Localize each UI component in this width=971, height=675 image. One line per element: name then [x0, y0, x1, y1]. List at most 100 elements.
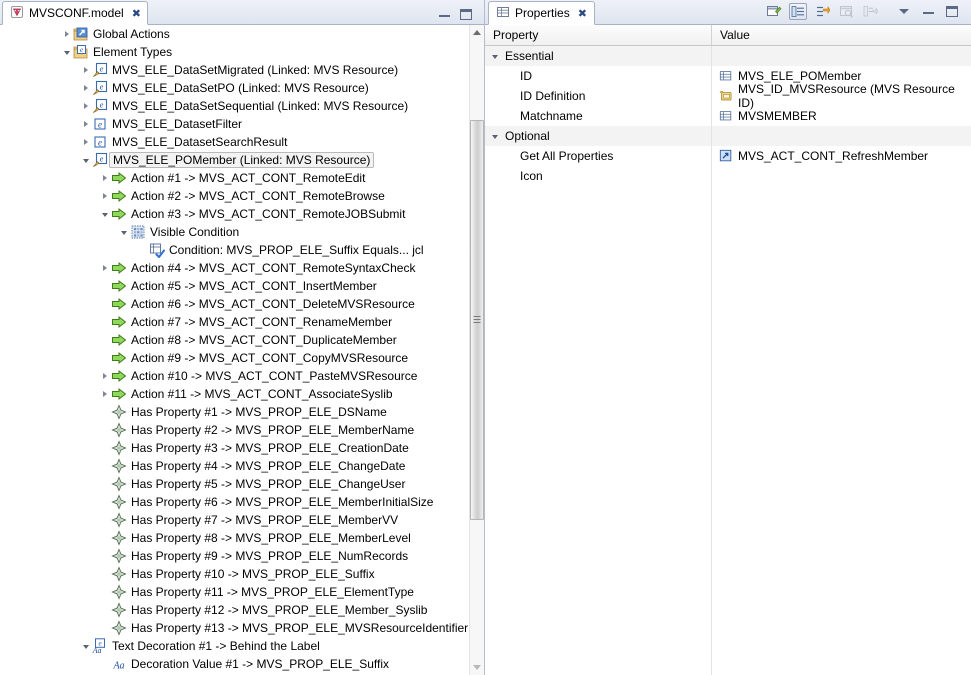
chevron-right-icon[interactable] — [79, 79, 92, 97]
tree-row[interactable]: Has Property #7 -> MVS_PROP_ELE_MemberVV — [0, 511, 469, 529]
tree-row-label: Action #1 -> MVS_ACT_CONT_RemoteEdit — [131, 171, 369, 185]
id-definition-icon — [719, 89, 734, 104]
tree-row[interactable]: eMVS_ELE_DataSetPO (Linked: MVS Resource… — [0, 79, 469, 97]
tree-row[interactable]: Action #6 -> MVS_ACT_CONT_DeleteMVSResou… — [0, 295, 469, 313]
chevron-right-icon[interactable] — [60, 25, 73, 43]
property-value-cell[interactable] — [712, 166, 971, 186]
tree-row[interactable]: Has Property #1 -> MVS_PROP_ELE_DSName — [0, 403, 469, 421]
property-value-cell[interactable]: MVS_ID_MVSResource (MVS Resource ID) — [712, 86, 971, 106]
show-advanced-icon[interactable] — [765, 3, 783, 20]
chevron-right-icon[interactable] — [98, 187, 111, 205]
svg-text:e: e — [100, 154, 104, 164]
scrollbar-thumb[interactable] — [470, 120, 484, 520]
property-category-label: Essential — [505, 49, 554, 63]
tree-vertical-scrollbar[interactable] — [469, 25, 484, 675]
tree-row[interactable]: Action #1 -> MVS_ACT_CONT_RemoteEdit — [0, 169, 469, 187]
chevron-right-icon[interactable] — [79, 133, 92, 151]
chevron-right-icon[interactable] — [98, 367, 111, 385]
close-icon[interactable]: ✖ — [578, 8, 587, 19]
chevron-down-icon[interactable] — [79, 151, 92, 169]
tree-row[interactable]: Has Property #3 -> MVS_PROP_ELE_Creation… — [0, 439, 469, 457]
chevron-down-icon[interactable] — [117, 223, 130, 241]
link-to-editor-icon[interactable] — [861, 3, 879, 20]
view-menu-icon[interactable] — [895, 3, 913, 20]
tree-row[interactable]: Has Property #13 -> MVS_PROP_ELE_MVSReso… — [0, 619, 469, 637]
property-row[interactable]: Get All PropertiesMVS_ACT_CONT_RefreshMe… — [485, 146, 971, 166]
property-value-cell[interactable] — [712, 126, 971, 146]
show-categories-icon[interactable] — [789, 3, 807, 20]
pin-properties-icon[interactable] — [837, 3, 855, 20]
chevron-down-icon[interactable] — [98, 205, 111, 223]
chevron-right-icon[interactable] — [98, 385, 111, 403]
property-value-cell[interactable]: MVS_ACT_CONT_RefreshMember — [712, 146, 971, 166]
property-row[interactable]: ID DefinitionMVS_ID_MVSResource (MVS Res… — [485, 86, 971, 106]
tree-row[interactable]: Action #11 -> MVS_ACT_CONT_AssociateSysl… — [0, 385, 469, 403]
chevron-right-icon[interactable] — [79, 115, 92, 133]
editor-tab-mvsconf-model[interactable]: MVSCONF.model ✖ — [2, 1, 148, 25]
property-row[interactable]: Icon — [485, 166, 971, 186]
properties-view-pane: Properties ✖ — [485, 0, 971, 675]
tree-twisty-placeholder — [98, 583, 111, 601]
minimize-icon[interactable] — [439, 12, 450, 17]
chevron-down-icon[interactable] — [60, 43, 73, 61]
chevron-down-icon[interactable] — [485, 53, 505, 59]
chevron-right-icon[interactable] — [79, 61, 92, 79]
tree-row[interactable]: eMVS_ELE_DataSetSequential (Linked: MVS … — [0, 97, 469, 115]
tree-row[interactable]: eAaText Decoration #1 -> Behind the Labe… — [0, 637, 469, 655]
close-icon[interactable]: ✖ — [132, 8, 141, 19]
property-value-cell[interactable] — [712, 46, 971, 66]
scroll-down-arrow[interactable] — [470, 660, 484, 675]
chevron-right-icon[interactable] — [98, 259, 111, 277]
tree-row[interactable]: eMVS_ELE_POMember (Linked: MVS Resource) — [0, 151, 469, 169]
tree-row[interactable]: eMVS_ELE_DatasetSearchResult — [0, 133, 469, 151]
restore-default-value-icon[interactable] — [813, 3, 831, 20]
tree-row[interactable]: Has Property #10 -> MVS_PROP_ELE_Suffix — [0, 565, 469, 583]
tree-row[interactable]: Has Property #11 -> MVS_PROP_ELE_Element… — [0, 583, 469, 601]
action-arrow-icon — [111, 188, 127, 204]
tree-row[interactable]: Action #7 -> MVS_ACT_CONT_RenameMember — [0, 313, 469, 331]
tree-row[interactable]: eElement Types — [0, 43, 469, 61]
column-header-property[interactable]: Property — [485, 25, 712, 45]
property-category-row[interactable]: Essential — [485, 46, 971, 66]
tree-row[interactable]: Has Property #2 -> MVS_PROP_ELE_MemberNa… — [0, 421, 469, 439]
svg-text:e: e — [100, 82, 104, 92]
tree-row[interactable]: Global Actions — [0, 25, 469, 43]
tree-row[interactable]: Action #10 -> MVS_ACT_CONT_PasteMVSResou… — [0, 367, 469, 385]
chevron-down-icon[interactable] — [485, 133, 505, 139]
maximize-view-icon[interactable] — [943, 3, 961, 20]
model-tree[interactable]: Global ActionseElement TypeseMVS_ELE_Dat… — [0, 25, 469, 675]
column-header-value[interactable]: Value — [712, 25, 971, 45]
tree-row[interactable]: Condition: MVS_PROP_ELE_Suffix Equals...… — [0, 241, 469, 259]
tree-row[interactable]: Has Property #12 -> MVS_PROP_ELE_Member_… — [0, 601, 469, 619]
tree-row[interactable]: Has Property #8 -> MVS_PROP_ELE_MemberLe… — [0, 529, 469, 547]
property-row[interactable]: MatchnameMVSMEMBER — [485, 106, 971, 126]
minimize-view-icon[interactable] — [919, 3, 937, 20]
tree-row[interactable]: Action #8 -> MVS_ACT_CONT_DuplicateMembe… — [0, 331, 469, 349]
tab-properties[interactable]: Properties ✖ — [488, 1, 595, 25]
tree-row[interactable]: Action #9 -> MVS_ACT_CONT_CopyMVSResourc… — [0, 349, 469, 367]
tree-twisty-placeholder — [98, 331, 111, 349]
tree-row[interactable]: Action #3 -> MVS_ACT_CONT_RemoteJOBSubmi… — [0, 205, 469, 223]
tree-row[interactable]: Visible Condition — [0, 223, 469, 241]
tree-row[interactable]: AaDecoration Value #1 -> MVS_PROP_ELE_Su… — [0, 655, 469, 673]
tree-row[interactable]: Has Property #4 -> MVS_PROP_ELE_ChangeDa… — [0, 457, 469, 475]
element-linked-icon: e — [92, 152, 108, 168]
tree-row[interactable]: Action #5 -> MVS_ACT_CONT_InsertMember — [0, 277, 469, 295]
scroll-up-arrow[interactable] — [470, 25, 484, 40]
tree-row[interactable]: Has Property #6 -> MVS_PROP_ELE_MemberIn… — [0, 493, 469, 511]
property-category-row[interactable]: Optional — [485, 126, 971, 146]
property-diamond-icon — [111, 422, 127, 438]
property-value-cell[interactable]: MVSMEMBER — [712, 106, 971, 126]
tree-row[interactable]: eMVS_ELE_DataSetMigrated (Linked: MVS Re… — [0, 61, 469, 79]
maximize-icon[interactable] — [460, 9, 472, 20]
editor-window-buttons — [439, 9, 484, 24]
tree-row[interactable]: Action #2 -> MVS_ACT_CONT_RemoteBrowse — [0, 187, 469, 205]
tree-row[interactable]: Has Property #5 -> MVS_PROP_ELE_ChangeUs… — [0, 475, 469, 493]
chevron-right-icon[interactable] — [98, 169, 111, 187]
tree-row[interactable]: Has Property #9 -> MVS_PROP_ELE_NumRecor… — [0, 547, 469, 565]
tree-row-label: Action #7 -> MVS_ACT_CONT_RenameMember — [131, 315, 396, 329]
chevron-down-icon[interactable] — [79, 637, 92, 655]
chevron-right-icon[interactable] — [79, 97, 92, 115]
tree-row[interactable]: eMVS_ELE_DatasetFilter — [0, 115, 469, 133]
tree-row[interactable]: Action #4 -> MVS_ACT_CONT_RemoteSyntaxCh… — [0, 259, 469, 277]
